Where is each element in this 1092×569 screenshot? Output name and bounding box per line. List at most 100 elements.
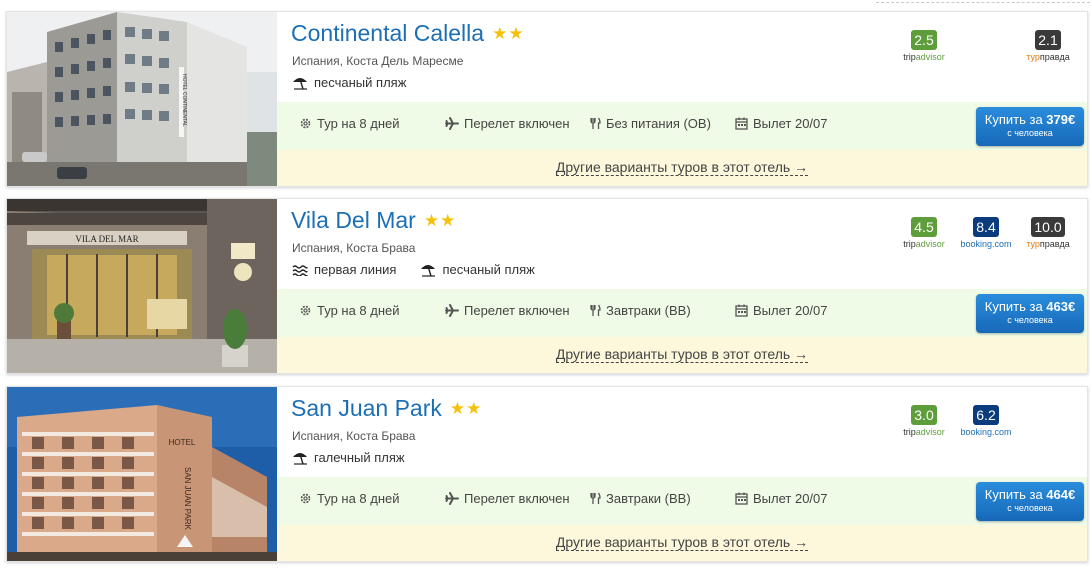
buy-button[interactable]: Купить за 464€ с человека — [976, 482, 1084, 521]
feature-label: песчаный пляж — [442, 262, 535, 277]
rating-turpravda[interactable]: 2.1 турправда — [1021, 30, 1075, 62]
waves-icon — [292, 264, 308, 276]
photo-sign: VILA DEL MAR — [75, 234, 138, 244]
hotel-name[interactable]: Continental Calella — [291, 20, 484, 47]
hotel-name-link[interactable]: Continental Calella ★ ★ — [291, 20, 525, 47]
offer-meal: Завтраки (BB) — [590, 491, 691, 506]
buy-button[interactable]: Купить за 379€ с человека — [976, 107, 1084, 146]
rating-score: 3.0 — [911, 405, 937, 425]
hotel-card: HOTEL CONTINENTAL Continental Calella ★ ★… — [6, 11, 1088, 187]
plane-icon — [445, 117, 459, 130]
offer-row: Тур на 8 дней Перелет включен Завтраки (… — [277, 289, 1087, 337]
rating-turpravda[interactable]: 10.0 турправда — [1021, 217, 1075, 249]
ratings: 4.5 tripadvisor 8.4 booking.com 10.0 тур… — [897, 217, 1075, 249]
more-tours-link[interactable]: Другие варианты туров в этот отель → — [555, 535, 809, 551]
rating-source: tripadvisor — [903, 239, 945, 249]
hotel-name[interactable]: San Juan Park — [291, 395, 442, 422]
star-icon: ★ — [440, 211, 456, 230]
rating-tripadvisor[interactable]: 3.0 tripadvisor — [897, 405, 951, 437]
rating-source: tripadvisor — [903, 427, 945, 437]
offer-departure: Вылет 20/07 — [735, 116, 828, 131]
more-tours-link[interactable]: Другие варианты туров в этот отель → — [555, 347, 809, 363]
star-icon: ★ — [423, 211, 440, 230]
rating-booking[interactable]: 6.2 booking.com — [959, 405, 1013, 437]
calendar-icon — [735, 117, 748, 130]
feature-label: галечный пляж — [314, 450, 405, 465]
photo-sign: HOTEL CONTINENTAL — [181, 74, 187, 127]
hotel-name-link[interactable]: San Juan Park ★ ★ — [291, 395, 482, 422]
calendar-icon — [735, 492, 748, 505]
hotel-stars: ★ ★ — [424, 212, 457, 229]
plane-icon — [445, 492, 459, 505]
hotel-location: Испания, Коста Дель Маресме — [292, 54, 464, 68]
feature-beach: галечный пляж — [292, 450, 405, 465]
offer-departure: Вылет 20/07 — [735, 491, 828, 506]
rating-score: 8.4 — [973, 217, 999, 237]
beach-umbrella-icon — [421, 264, 436, 277]
cutlery-icon — [590, 117, 601, 129]
feature-first-line: первая линия — [292, 262, 396, 277]
rating-booking[interactable]: 8.4 booking.com — [959, 217, 1013, 249]
cutlery-icon — [590, 492, 601, 504]
more-tours-link[interactable]: Другие варианты туров в этот отель → — [555, 160, 809, 176]
hotel-photo[interactable]: HOTEL CONTINENTAL — [7, 12, 277, 186]
offer-tour: Тур на 8 дней — [299, 491, 400, 506]
ratings: 3.0 tripadvisor 6.2 booking.com — [897, 405, 1075, 437]
star-icon: ★ — [449, 399, 466, 418]
feature-label: первая линия — [314, 262, 397, 277]
offer-meal: Завтраки (BB) — [590, 303, 691, 318]
hotel-stars: ★ ★ — [492, 25, 525, 42]
offer-tour: Тур на 8 дней — [299, 303, 400, 318]
rating-score: 4.5 — [911, 217, 937, 237]
hotel-stars: ★ ★ — [450, 400, 483, 417]
hotel-card: HOTEL SAN JUAN PARK San Juan Park ★ ★ Исп… — [6, 386, 1088, 562]
rating-source: tripadvisor — [903, 52, 945, 62]
hotel-card: VILA DEL MAR Vila Del Mar ★ ★ Испания, Ко… — [6, 198, 1088, 374]
settings-gear-icon — [300, 305, 311, 316]
hotel-features: первая линия песчаный пляж — [292, 262, 559, 277]
offer-tour: Тур на 8 дней — [299, 116, 400, 131]
photo-sign: HOTEL — [169, 438, 196, 447]
offer-row: Тур на 8 дней Перелет включен Завтраки (… — [277, 477, 1087, 525]
settings-gear-icon — [300, 118, 311, 129]
hotel-features: песчаный пляж — [292, 75, 430, 90]
rating-source: турправда — [1026, 239, 1070, 249]
star-icon: ★ — [492, 24, 508, 43]
top-divider — [876, 2, 1090, 3]
beach-umbrella-icon — [293, 452, 307, 465]
rating-score: 2.5 — [911, 30, 937, 50]
rating-source: booking.com — [960, 427, 1012, 437]
plane-icon — [445, 304, 459, 317]
buy-button[interactable]: Купить за 463€ с человека — [976, 294, 1084, 333]
hotel-name[interactable]: Vila Del Mar — [291, 207, 416, 234]
hotel-features: галечный пляж — [292, 450, 429, 465]
photo-sign: SAN JUAN PARK — [183, 467, 192, 531]
rating-tripadvisor[interactable]: 2.5 tripadvisor — [897, 30, 951, 62]
rating-score: 10.0 — [1031, 217, 1065, 237]
offer-flight: Перелет включен — [445, 116, 570, 131]
settings-gear-icon — [300, 493, 311, 504]
feature-label: песчаный пляж — [314, 75, 407, 90]
cutlery-icon — [590, 304, 601, 316]
star-icon: ★ — [508, 24, 524, 43]
feature-beach: песчаный пляж — [420, 262, 535, 277]
rating-tripadvisor[interactable]: 4.5 tripadvisor — [897, 217, 951, 249]
more-tours-row: Другие варианты туров в этот отель → — [277, 337, 1087, 373]
offer-departure: Вылет 20/07 — [735, 303, 828, 318]
hotel-photo[interactable]: HOTEL SAN JUAN PARK — [7, 387, 277, 561]
feature-beach: песчаный пляж — [292, 75, 406, 90]
hotel-location: Испания, Коста Брава — [292, 429, 416, 443]
offer-flight: Перелет включен — [445, 303, 570, 318]
offer-meal: Без питания (OB) — [590, 116, 711, 131]
hotel-name-link[interactable]: Vila Del Mar ★ ★ — [291, 207, 456, 234]
hotel-location: Испания, Коста Брава — [292, 241, 416, 255]
more-tours-row: Другие варианты туров в этот отель → — [277, 150, 1087, 186]
rating-score: 6.2 — [973, 405, 999, 425]
hotel-photo[interactable]: VILA DEL MAR — [7, 199, 277, 373]
rating-source: турправда — [1026, 52, 1070, 62]
calendar-icon — [735, 304, 748, 317]
more-tours-row: Другие варианты туров в этот отель → — [277, 525, 1087, 561]
rating-source: booking.com — [960, 239, 1012, 249]
ratings: 2.5 tripadvisor 2.1 турправда — [897, 30, 1075, 62]
offer-row: Тур на 8 дней Перелет включен Без питани… — [277, 102, 1087, 150]
